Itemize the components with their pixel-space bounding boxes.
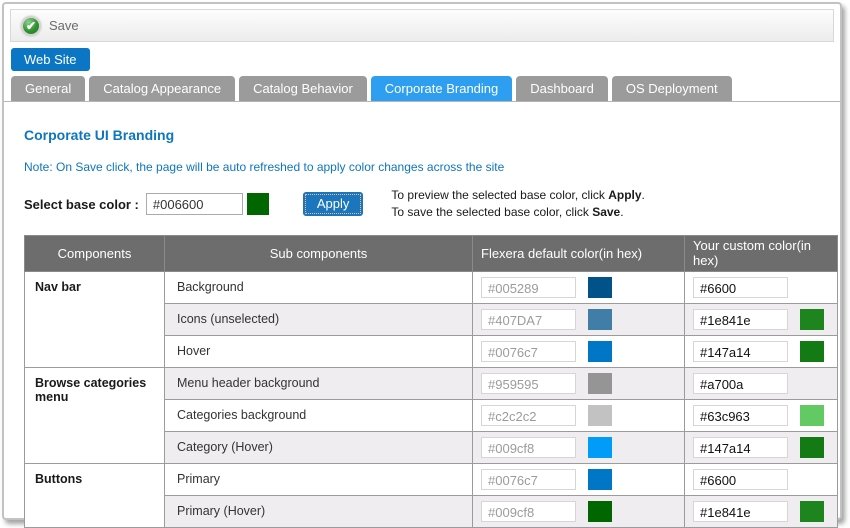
default-color-swatch <box>588 341 612 362</box>
branding-table-body: Nav barBackground #005289 #6600 Icons (unse… <box>25 271 838 527</box>
default-color-swatch <box>588 501 612 522</box>
default-color-cell: #407DA7 <box>473 303 685 335</box>
default-hex-input: #407DA7 <box>481 309 576 330</box>
toolbar: ✔ Save <box>10 9 834 42</box>
table-row: Browse categories menuMenu header backgr… <box>25 367 838 399</box>
save-button-label: Save <box>49 18 79 33</box>
default-hex-input: #009cf8 <box>481 437 576 458</box>
custom-color-cell: #63c963 <box>685 399 838 431</box>
default-hex-input: #959595 <box>481 373 576 394</box>
custom-color-cell: #a700a <box>685 367 838 399</box>
table-header-row: Components Sub components Flexera defaul… <box>25 235 838 271</box>
tab-general[interactable]: General <box>11 76 85 101</box>
page-title: Corporate UI Branding <box>24 127 825 143</box>
header-components: Components <box>25 235 165 271</box>
default-hex-input: #009cf8 <box>481 501 576 522</box>
default-hex-input: #0076c7 <box>481 469 576 490</box>
sub-component-cell: Menu header background <box>165 367 473 399</box>
header-custom-color: Your custom color(in hex) <box>685 235 838 271</box>
custom-color-swatch <box>800 501 824 522</box>
tab-os-deployment[interactable]: OS Deployment <box>612 76 732 101</box>
instructions: To preview the selected base color, clic… <box>391 187 644 222</box>
sub-component-cell: Hover <box>165 335 473 367</box>
branding-table: Components Sub components Flexera defaul… <box>24 235 838 528</box>
sub-component-cell: Background <box>165 271 473 303</box>
default-color-swatch <box>588 309 612 330</box>
default-color-swatch <box>588 437 612 458</box>
screenshot-stage: ✔ Save Web Site General Catalog Appearan… <box>0 0 850 528</box>
default-color-swatch <box>588 469 612 490</box>
custom-hex-input[interactable]: #147a14 <box>693 341 788 362</box>
tab-corporate-branding[interactable]: Corporate Branding <box>371 76 512 101</box>
base-color-swatch <box>247 193 269 215</box>
tab-web-site[interactable]: Web Site <box>11 48 90 71</box>
sub-component-cell: Primary <box>165 463 473 495</box>
custom-color-swatch <box>800 309 824 330</box>
tab-bar: General Catalog Appearance Catalog Behav… <box>4 76 840 102</box>
default-color-swatch <box>588 373 612 394</box>
custom-hex-input[interactable]: #63c963 <box>693 405 788 426</box>
table-row: ButtonsPrimary#0076c7#6600 <box>25 463 838 495</box>
custom-color-cell: #6600 <box>685 271 838 303</box>
custom-color-swatch <box>800 341 824 362</box>
custom-hex-input[interactable]: #1e841e <box>693 309 788 330</box>
base-color-label: Select base color : <box>24 197 139 212</box>
default-color-swatch <box>588 277 612 298</box>
tab-catalog-behavior[interactable]: Catalog Behavior <box>239 76 367 101</box>
default-hex-input: #c2c2c2 <box>481 405 576 426</box>
instruction-line-1: To preview the selected base color, clic… <box>391 187 644 204</box>
instruction-line-2: To save the selected base color, click S… <box>391 204 644 221</box>
custom-color-cell: #6600 <box>685 463 838 495</box>
default-color-cell: #009cf8 <box>473 431 685 463</box>
default-color-swatch <box>588 405 612 426</box>
custom-color-cell: #1e841e <box>685 495 838 527</box>
custom-color-cell: #1e841e <box>685 303 838 335</box>
component-cell: Browse categories menu <box>25 367 165 463</box>
component-cell: Buttons <box>25 463 165 527</box>
sub-component-cell: Icons (unselected) <box>165 303 473 335</box>
default-color-cell: #c2c2c2 <box>473 399 685 431</box>
default-color-cell: #0076c7 <box>473 335 685 367</box>
header-default-color: Flexera default color(in hex) <box>473 235 685 271</box>
default-color-cell: #005289 <box>473 271 685 303</box>
sub-component-cell: Category (Hover) <box>165 431 473 463</box>
app-window: ✔ Save Web Site General Catalog Appearan… <box>2 2 842 520</box>
custom-hex-input[interactable]: #6600 <box>693 277 788 298</box>
tab-content: Corporate UI Branding Note: On Save clic… <box>4 102 840 528</box>
default-hex-input: #005289 <box>481 277 576 298</box>
table-row: Nav barBackground#005289#6600 <box>25 271 838 303</box>
component-cell: Nav bar <box>25 271 165 367</box>
custom-color-swatch <box>800 405 824 426</box>
custom-hex-input[interactable]: #6600 <box>693 469 788 490</box>
sub-component-cell: Primary (Hover) <box>165 495 473 527</box>
default-color-cell: #0076c7 <box>473 463 685 495</box>
tab-dashboard[interactable]: Dashboard <box>516 76 608 101</box>
custom-color-swatch <box>800 437 824 458</box>
note-text: Note: On Save click, the page will be au… <box>24 160 825 174</box>
base-color-input[interactable] <box>146 193 243 215</box>
save-button[interactable]: ✔ Save <box>21 16 79 36</box>
header-sub-components: Sub components <box>165 235 473 271</box>
apply-button[interactable]: Apply <box>303 192 364 216</box>
custom-hex-input[interactable]: #147a14 <box>693 437 788 458</box>
save-check-icon: ✔ <box>21 16 41 36</box>
default-hex-input: #0076c7 <box>481 341 576 362</box>
base-color-row: Select base color : Apply To preview the… <box>24 187 825 222</box>
default-color-cell: #009cf8 <box>473 495 685 527</box>
default-color-cell: #959595 <box>473 367 685 399</box>
custom-color-cell: #147a14 <box>685 335 838 367</box>
custom-hex-input[interactable]: #a700a <box>693 373 788 394</box>
sub-component-cell: Categories background <box>165 399 473 431</box>
custom-hex-input[interactable]: #1e841e <box>693 501 788 522</box>
tab-catalog-appearance[interactable]: Catalog Appearance <box>89 76 235 101</box>
custom-color-cell: #147a14 <box>685 431 838 463</box>
